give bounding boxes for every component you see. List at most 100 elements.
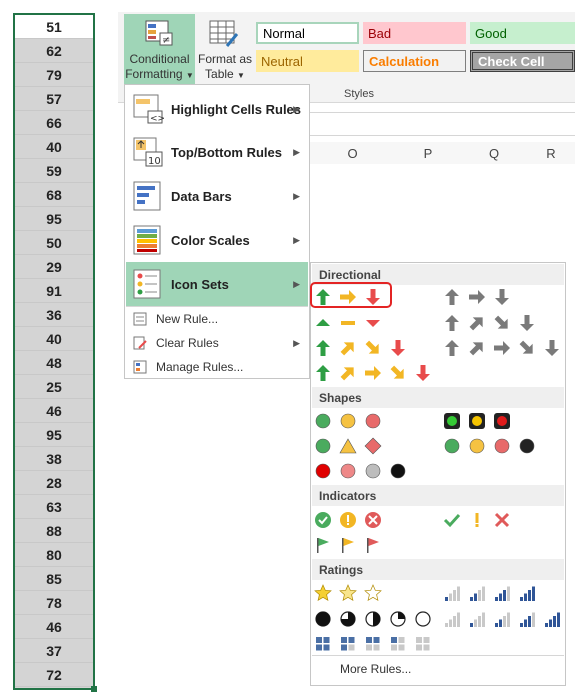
style-calculation[interactable]: Calculation bbox=[363, 50, 466, 72]
menu-item-label: Clear Rules bbox=[156, 336, 219, 350]
style-good[interactable]: Good bbox=[470, 22, 575, 44]
cell-value[interactable]: 46 bbox=[15, 399, 93, 423]
submenu-arrow-icon: ▶ bbox=[293, 103, 300, 114]
cell-value[interactable]: 79 bbox=[15, 63, 93, 87]
flag-icon bbox=[314, 536, 332, 554]
cell-value[interactable]: 40 bbox=[15, 327, 93, 351]
icon-set-5-arrows-colored[interactable] bbox=[314, 363, 439, 383]
menu-item-clear-rules[interactable]: Clear Rules ▶ bbox=[126, 331, 308, 355]
conditional-formatting-label-1: Conditional bbox=[129, 52, 190, 66]
formula-bar[interactable] bbox=[310, 112, 575, 136]
icon-set-3-signs[interactable] bbox=[314, 436, 389, 456]
style-bad[interactable]: Bad bbox=[363, 22, 466, 44]
diamond-icon bbox=[364, 437, 382, 455]
icon-set-4-arrows-gray[interactable] bbox=[443, 313, 543, 333]
icon-set-5-boxes[interactable] bbox=[314, 634, 439, 654]
icon-set-4-arrows-colored[interactable] bbox=[314, 338, 414, 358]
selected-column-range[interactable]: 51 62 79 57 66 40 59 68 95 50 29 91 36 40 48 25 46 95 38 28… bbox=[13, 13, 95, 690]
highlight-cells-icon: <> bbox=[133, 94, 164, 124]
down-icon bbox=[493, 288, 511, 306]
bars-icon bbox=[443, 584, 461, 602]
menu-item-data-bars[interactable]: Data Bars ▶ bbox=[126, 174, 308, 218]
dash-icon bbox=[339, 314, 357, 332]
cell-value[interactable]: 28 bbox=[15, 471, 93, 495]
icon-set-5-ratings[interactable] bbox=[443, 609, 568, 629]
light-icon bbox=[443, 412, 461, 430]
cell-value[interactable]: 62 bbox=[15, 39, 93, 63]
menu-item-new-rule[interactable]: New Rule... bbox=[126, 307, 308, 331]
icon-set-3-arrows-gray[interactable] bbox=[443, 287, 518, 307]
up-icon bbox=[443, 288, 461, 306]
cell-value[interactable]: 40 bbox=[15, 135, 93, 159]
conditional-formatting-icon: ≠ bbox=[145, 20, 173, 46]
cell-value[interactable]: 25 bbox=[15, 375, 93, 399]
menu-item-label: New Rule... bbox=[156, 312, 219, 326]
icon-set-3-traffic-lights-unrimmed[interactable] bbox=[314, 411, 389, 431]
cell-value[interactable]: 66 bbox=[15, 111, 93, 135]
icon-set-3-traffic-lights-rimmed[interactable] bbox=[443, 411, 518, 431]
cell-value[interactable]: 57 bbox=[15, 87, 93, 111]
column-header-o[interactable]: O bbox=[310, 142, 396, 164]
column-header-r[interactable]: R bbox=[527, 142, 575, 164]
cell-value[interactable]: 63 bbox=[15, 495, 93, 519]
menu-item-highlight-cells-rules[interactable]: <> Highlight Cells Rules ▶ bbox=[126, 88, 308, 130]
icon-set-3-symbols-uncircled[interactable] bbox=[443, 510, 518, 530]
format-as-table-label-1: Format as bbox=[197, 52, 252, 66]
style-neutral[interactable]: Neutral bbox=[256, 50, 359, 72]
harvey-icon bbox=[339, 610, 357, 628]
format-as-table-button[interactable]: Format as Table ▼ bbox=[195, 14, 255, 84]
cell-value[interactable]: 95 bbox=[15, 207, 93, 231]
circle-icon bbox=[339, 412, 357, 430]
cell-value[interactable]: 59 bbox=[15, 159, 93, 183]
cell-value[interactable]: 38 bbox=[15, 447, 93, 471]
dropdown-caret-icon: ▼ bbox=[237, 71, 245, 80]
cell-value[interactable]: 50 bbox=[15, 231, 93, 255]
cell-value[interactable]: 36 bbox=[15, 303, 93, 327]
fill-handle[interactable] bbox=[91, 686, 97, 692]
x-icon bbox=[493, 511, 511, 529]
cell-value[interactable]: 48 bbox=[15, 351, 93, 375]
icon-set-3-symbols-circled[interactable] bbox=[314, 510, 389, 530]
icon-set-3-flags[interactable] bbox=[314, 535, 389, 555]
conditional-formatting-button[interactable]: ≠ Conditional Formatting ▼ bbox=[124, 14, 195, 84]
cell-value[interactable]: 72 bbox=[15, 663, 93, 687]
style-normal[interactable]: Normal bbox=[256, 22, 359, 44]
column-header-q[interactable]: Q bbox=[461, 142, 528, 164]
cell-value[interactable]: 91 bbox=[15, 279, 93, 303]
cell-value[interactable]: 46 bbox=[15, 615, 93, 639]
cell-value[interactable]: 78 bbox=[15, 591, 93, 615]
flag-icon bbox=[364, 536, 382, 554]
harvey-icon bbox=[389, 610, 407, 628]
menu-item-manage-rules[interactable]: Manage Rules... bbox=[126, 355, 308, 379]
cell-value[interactable]: 80 bbox=[15, 543, 93, 567]
boxes-icon bbox=[364, 635, 382, 653]
cell-value[interactable]: 68 bbox=[15, 183, 93, 207]
upright-icon bbox=[339, 339, 357, 357]
conditional-formatting-label-2: Formatting bbox=[125, 67, 183, 81]
cell-value[interactable]: 29 bbox=[15, 255, 93, 279]
section-header-ratings: Ratings bbox=[312, 559, 564, 580]
icon-set-3-stars[interactable] bbox=[314, 583, 389, 603]
up-icon bbox=[314, 288, 332, 306]
light-icon bbox=[493, 412, 511, 430]
icon-set-5-arrows-gray[interactable] bbox=[443, 338, 568, 358]
icon-set-3-triangles[interactable] bbox=[314, 313, 389, 333]
icon-set-4-ratings[interactable] bbox=[443, 583, 543, 603]
harvey-icon bbox=[314, 610, 332, 628]
more-rules-link[interactable]: More Rules... bbox=[340, 662, 411, 676]
icon-set-red-to-black[interactable] bbox=[314, 461, 414, 481]
menu-item-top-bottom-rules[interactable]: 10 Top/Bottom Rules ▶ bbox=[126, 130, 308, 174]
cell-value[interactable]: 88 bbox=[15, 519, 93, 543]
cell-value[interactable]: 85 bbox=[15, 567, 93, 591]
icon-set-5-quarters[interactable] bbox=[314, 609, 439, 629]
cell-value[interactable]: 51 bbox=[15, 15, 93, 39]
style-check-cell[interactable]: Check Cell bbox=[470, 50, 575, 72]
icon-set-4-traffic-lights[interactable] bbox=[443, 436, 543, 456]
cell-value[interactable]: 37 bbox=[15, 639, 93, 663]
column-header-p[interactable]: P bbox=[395, 142, 462, 164]
down-icon bbox=[518, 314, 536, 332]
icon-set-3-arrows-colored[interactable] bbox=[314, 287, 389, 307]
menu-item-icon-sets[interactable]: Icon Sets ▶ bbox=[126, 262, 308, 306]
cell-value[interactable]: 95 bbox=[15, 423, 93, 447]
menu-item-color-scales[interactable]: Color Scales ▶ bbox=[126, 218, 308, 262]
